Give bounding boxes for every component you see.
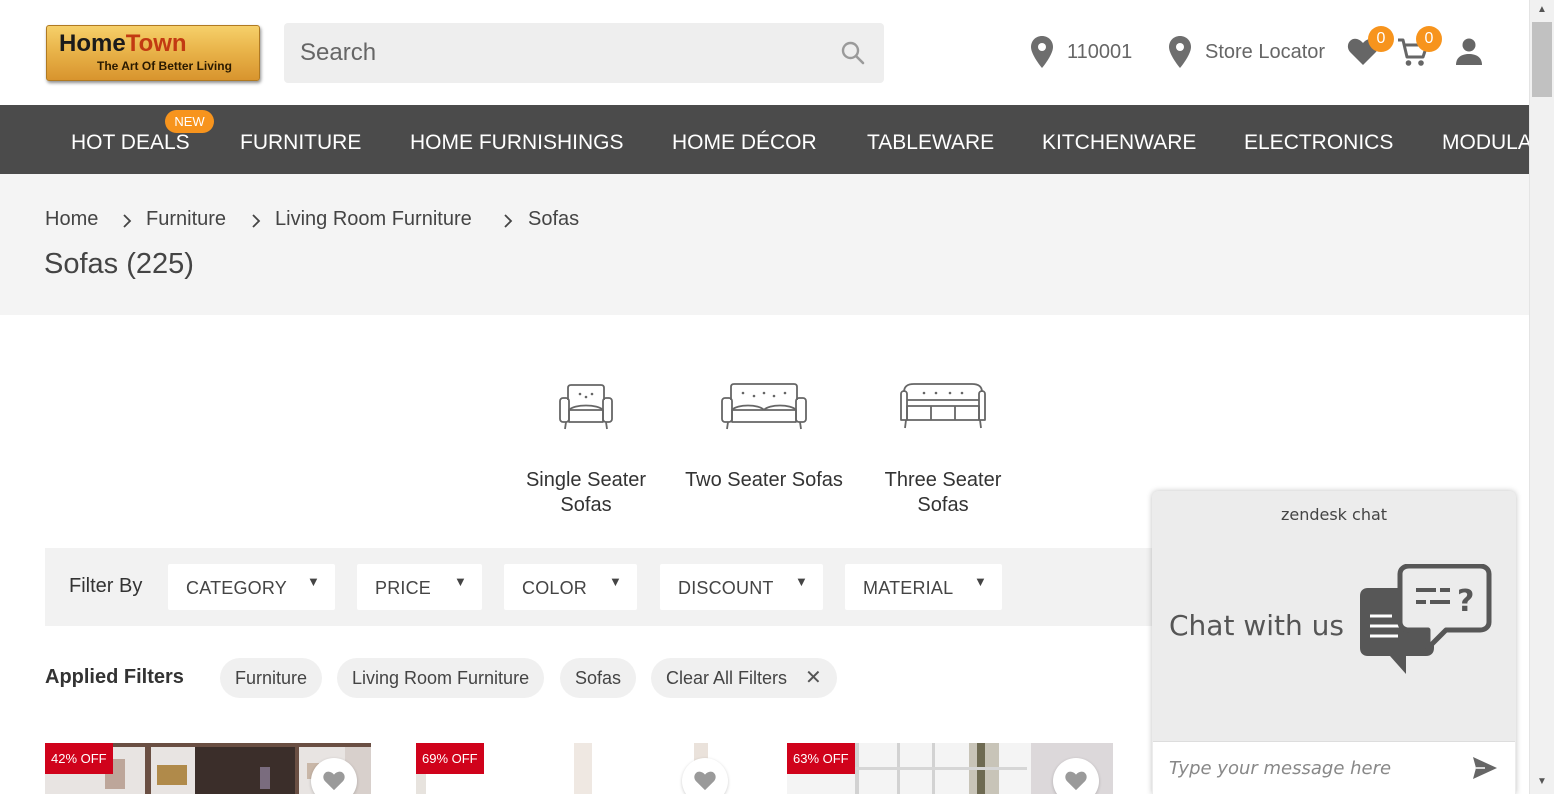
chevron-right-icon — [504, 214, 513, 228]
chat-message-input[interactable] — [1153, 742, 1453, 794]
nav-home-decor[interactable]: HOME DÉCOR — [672, 131, 817, 155]
chat-brand: zendesk chat — [1280, 505, 1388, 524]
scroll-up-arrow-icon[interactable]: ▲ — [1537, 4, 1547, 15]
logo-text-home: Home — [59, 30, 126, 57]
nav-electronics[interactable]: ELECTRONICS — [1244, 131, 1393, 155]
dropdown-arrow-icon: ▼ — [609, 574, 622, 589]
main-nav: HOT DEALS NEW FURNITURE HOME FURNISHINGS… — [0, 105, 1529, 174]
discount-badge: 63% OFF — [787, 743, 855, 774]
heart-icon — [1065, 771, 1087, 791]
dropdown-arrow-icon: ▼ — [974, 574, 987, 589]
wishlist-count-badge: 0 — [1368, 26, 1394, 52]
category-two-seater[interactable] — [689, 378, 839, 434]
scrollbar-thumb[interactable] — [1532, 22, 1552, 97]
filter-material-dropdown[interactable]: MATERIAL ▼ — [845, 564, 1002, 610]
breadcrumb-sofas: Sofas — [528, 208, 580, 230]
heart-icon — [323, 771, 345, 791]
nav-hot-deals[interactable]: HOT DEALS — [71, 131, 190, 155]
location-pin-icon — [1031, 36, 1053, 68]
applied-filter-chip[interactable]: Sofas — [560, 658, 637, 698]
breadcrumb-home[interactable]: Home — [45, 208, 98, 231]
discount-badge: 42% OFF — [45, 743, 113, 774]
category-three-seater[interactable] — [868, 378, 1018, 434]
dropdown-arrow-icon: ▼ — [795, 574, 808, 589]
applied-filters-label: Applied Filters — [45, 666, 184, 688]
applied-filter-chip[interactable]: Furniture — [220, 658, 323, 698]
logo-tagline: The Art Of Better Living — [97, 59, 232, 73]
category-three-seater-label[interactable]: Three Seater Sofas — [868, 468, 1018, 518]
discount-badge: 69% OFF — [416, 743, 484, 774]
nav-furniture[interactable]: FURNITURE — [240, 131, 361, 155]
close-icon[interactable]: ✕ — [805, 667, 822, 689]
store-locator-text: Store Locator — [1205, 40, 1326, 63]
chat-bubbles-icon: ? — [1360, 564, 1492, 674]
three-seater-sofa-icon — [900, 383, 986, 429]
filter-category-dropdown[interactable]: CATEGORY ▼ — [168, 564, 335, 610]
logo-text-town: Town — [125, 30, 187, 57]
hometown-logo[interactable]: HomeTown The Art Of Better Living — [46, 25, 260, 81]
chevron-right-icon — [252, 214, 261, 228]
zendesk-chat-widget[interactable]: zendesk chat Chat with us ? — [1152, 491, 1516, 794]
applied-filter-chip[interactable]: Living Room Furniture — [337, 658, 545, 698]
dropdown-arrow-icon: ▼ — [307, 574, 320, 589]
pincode-text: 110001 — [1067, 40, 1133, 63]
filter-price-dropdown[interactable]: PRICE ▼ — [357, 564, 482, 610]
heart-icon — [694, 771, 716, 791]
breadcrumb-section: Home Furniture Living Room Furniture Sof… — [0, 174, 1529, 315]
filter-color-dropdown[interactable]: COLOR ▼ — [504, 564, 637, 610]
two-seater-sofa-icon — [721, 383, 807, 430]
single-seater-sofa-icon — [559, 384, 613, 430]
breadcrumb-furniture[interactable]: Furniture — [146, 208, 226, 231]
chat-title: Chat with us — [1169, 609, 1344, 642]
filter-by-label: Filter By — [69, 575, 143, 597]
nav-tableware[interactable]: TABLEWARE — [867, 131, 994, 155]
pincode-selector[interactable]: 110001 — [1029, 34, 1132, 70]
filter-bar: Filter By CATEGORY ▼ PRICE ▼ COLOR ▼ DIS… — [45, 548, 1165, 626]
page-scrollbar[interactable]: ▲ ▼ — [1529, 0, 1554, 794]
nav-modular[interactable]: MODULAR — [1442, 131, 1529, 155]
search-icon[interactable] — [840, 40, 866, 66]
dropdown-arrow-icon: ▼ — [454, 574, 467, 589]
page-title: Sofas (225) — [44, 248, 194, 280]
chevron-right-icon — [123, 214, 132, 228]
user-account-icon[interactable] — [1452, 35, 1486, 69]
site-header: HomeTown The Art Of Better Living 110001… — [0, 0, 1529, 105]
search-box — [284, 23, 884, 83]
send-icon[interactable] — [1471, 755, 1499, 781]
nav-home-furnishings[interactable]: HOME FURNISHINGS — [410, 131, 624, 155]
category-single-seater[interactable] — [511, 378, 661, 434]
category-two-seater-label[interactable]: Two Seater Sofas — [674, 468, 854, 493]
search-input[interactable] — [284, 23, 824, 83]
cart-count-badge: 0 — [1416, 26, 1442, 52]
new-badge: NEW — [165, 110, 214, 133]
svg-text:?: ? — [1457, 584, 1474, 619]
category-single-seater-label[interactable]: Single Seater Sofas — [511, 468, 661, 518]
breadcrumb-living-room[interactable]: Living Room Furniture — [275, 208, 472, 231]
location-pin-icon — [1169, 36, 1191, 68]
filter-discount-dropdown[interactable]: DISCOUNT ▼ — [660, 564, 823, 610]
nav-kitchenware[interactable]: KITCHENWARE — [1042, 131, 1196, 155]
scroll-down-arrow-icon[interactable]: ▼ — [1537, 776, 1547, 787]
store-locator-link[interactable]: Store Locator — [1167, 34, 1325, 70]
clear-all-filters-button[interactable]: Clear All Filters ✕ — [651, 658, 837, 698]
chat-input-area — [1153, 741, 1515, 794]
